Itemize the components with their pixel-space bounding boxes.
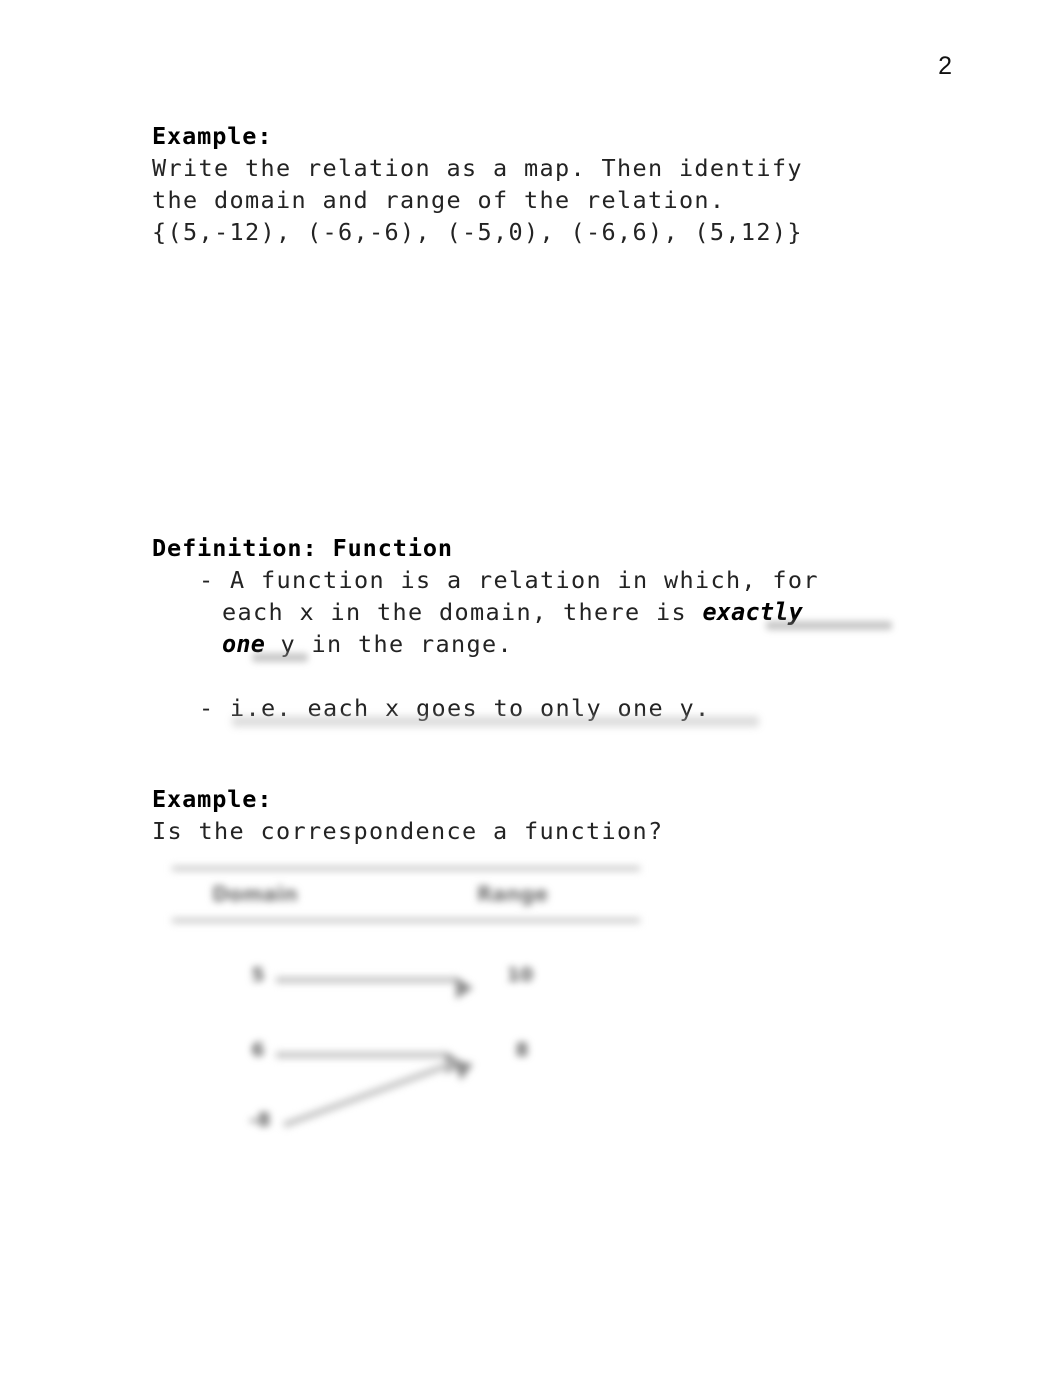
example-2-section: Example: Is the correspondence a functio… [152,783,952,847]
example-1-section: Example: Write the relation as a map. Th… [152,120,952,248]
emphasis-one: one [222,630,266,658]
definition-bullet-1-line-3: one y in the range. [152,628,952,660]
example-2-question: Is the correspondence a function? [152,817,664,845]
diagram-range-node-1: 10 [506,964,534,986]
example-1-relation-set: {(5,-12), (-6,-6), (-5,0), (-6,6), (5,12… [152,218,803,246]
diagram-arrow-head-3 [453,1053,477,1081]
definition-bullet-1-line-3-text: y in the range. [265,630,514,658]
diagram-arrow-line-2 [276,1052,448,1058]
definition-bullet-2-line-1: - i.e. each x goes to only one y. [199,694,711,722]
emphasis-exactly: exactly [702,598,803,626]
document-page: 2 Example: Write the relation as a map. … [0,0,1062,1376]
definition-section: Definition: Function - A function is a r… [152,532,952,724]
diagram-domain-node-2: 6 [251,1039,265,1061]
example-1-line-1: Write the relation as a map. Then identi… [152,154,803,182]
diagram-header-domain: Domain [212,882,298,906]
definition-bullet-1-line-2: each x in the domain, there is exactly [152,596,952,628]
example-2-heading: Example: [152,785,273,813]
example-1-heading: Example: [152,122,273,150]
page-number: 2 [938,52,952,80]
definition-heading: Definition: Function [152,534,453,562]
mapping-diagram-inner: Domain Range 5 6 -8 10 8 [172,860,642,1150]
diagram-range-node-2: 8 [515,1039,529,1061]
diagram-rule-bottom [172,918,640,923]
example-1-line-2: the domain and range of the relation. [152,186,726,214]
definition-bullet-1-line-2-text: each x in the domain, there is [222,598,703,626]
diagram-arrow-head-1 [456,977,473,999]
definition-bullet-1-line-1: - A function is a relation in which, for [199,566,819,594]
diagram-domain-node-1: 5 [251,964,265,986]
diagram-arrow-line-1 [276,977,458,983]
diagram-rule-top [172,866,640,871]
diagram-arrow-line-3 [282,1059,458,1128]
mapping-diagram: Domain Range 5 6 -8 10 8 [172,860,642,1150]
diagram-domain-node-3: -8 [249,1109,271,1131]
diagram-header-range: Range [477,882,549,906]
definition-spacer [152,660,952,692]
